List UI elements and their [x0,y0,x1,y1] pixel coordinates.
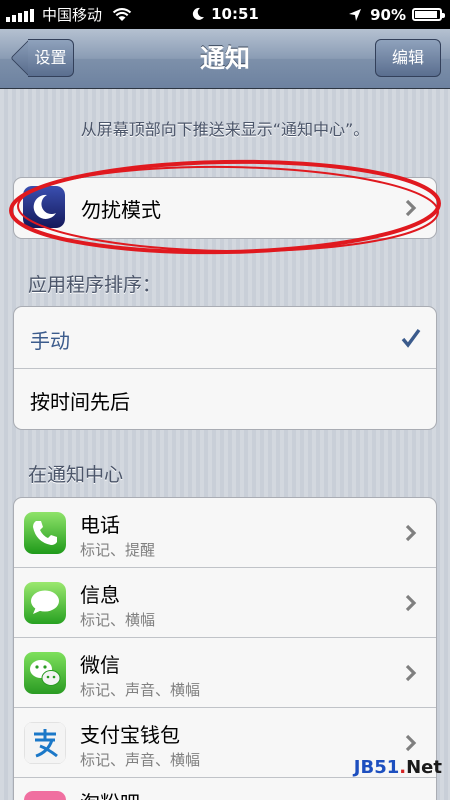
app-row-messages[interactable]: 信息 标记、横幅 [14,568,436,638]
sort-option-label: 按时间先后 [30,390,130,414]
apps-group: 电话 标记、提醒 信息 标记、横幅 微信 标记、声音、横幅 支付宝钱包 标记、声… [13,497,437,800]
navigation-bar: 通知 设置 编辑 [0,29,450,89]
sort-option-by-time[interactable]: 按时间先后 [14,369,436,429]
chevron-right-icon [405,664,417,682]
checkmark-icon [401,328,421,348]
app-name: 微信 [80,653,120,677]
app-row-phone[interactable]: 电话 标记、提醒 [14,498,436,568]
notification-center-hint: 从屏幕顶部向下推送来显示“通知中心”。 [80,120,370,139]
phone-icon [24,512,66,554]
status-time: 10:51 [211,5,259,23]
location-arrow-icon [349,8,362,21]
app-detail: 标记、声音、横幅 [80,751,201,769]
moon-status-icon [192,7,205,20]
app-name: 信息 [80,583,120,607]
app-name: 淘粉吧 [80,787,140,800]
sort-option-manual[interactable]: 手动 [14,307,436,369]
app-row-taofenba[interactable]: 淘粉吧 [14,778,436,800]
chevron-right-icon [405,199,417,217]
app-detail: 标记、声音、横幅 [80,681,201,699]
app-row-wechat[interactable]: 微信 标记、声音、横幅 [14,638,436,708]
watermark-suffix: Net [406,757,442,778]
notification-center-header: 在通知中心 [28,464,124,486]
alipay-icon [24,722,66,764]
carrier-name: 中国移动 [42,6,103,24]
signal-strength-icon [6,8,36,22]
jb51-watermark: JB51.Net [354,757,442,778]
wechat-icon [24,652,66,694]
dnd-group: 勿扰模式 [13,177,437,239]
wifi-icon [112,7,132,21]
battery-percent: 90% [370,5,406,24]
app-detail: 标记、横幅 [80,611,156,629]
edit-button[interactable]: 编辑 [375,39,441,77]
dnd-row[interactable]: 勿扰模式 [14,178,436,238]
sort-section-header: 应用程序排序： [28,274,162,296]
moon-icon [23,186,65,228]
chevron-right-icon [405,594,417,612]
dnd-label: 勿扰模式 [81,198,161,222]
chevron-right-icon [405,734,417,752]
taofenba-icon [24,791,66,800]
messages-icon [24,582,66,624]
status-right: 90% [348,0,445,29]
sort-option-label: 手动 [30,329,70,353]
chevron-right-icon [405,524,417,542]
app-name: 支付宝钱包 [80,723,180,747]
app-name: 电话 [80,513,120,537]
back-button-label: 设置 [34,48,67,67]
sort-group: 手动 按时间先后 [13,306,437,430]
back-button[interactable]: 设置 [10,39,74,77]
battery-icon [412,8,445,21]
status-bar: 中国移动 10:51 90% [0,0,450,29]
app-detail: 标记、提醒 [80,541,156,559]
watermark-brand: JB51 [353,757,400,778]
